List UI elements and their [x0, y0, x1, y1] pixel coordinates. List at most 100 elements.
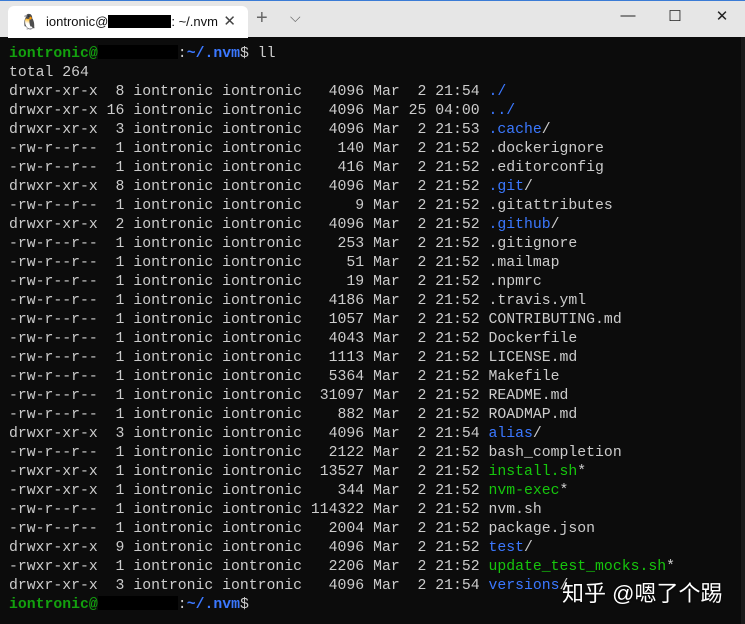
file-name[interactable]: install.sh — [489, 464, 578, 480]
type-suffix: * — [577, 464, 587, 480]
file-meta: -rw-r--r-- 1 iontronic iontronic 2122 Ma… — [9, 445, 489, 461]
list-item: drwxr-xr-x 3 iontronic iontronic 4096 Ma… — [9, 121, 675, 140]
total-line: total 264 — [9, 65, 89, 81]
file-meta: -rw-r--r-- 1 iontronic iontronic 140 Mar… — [9, 141, 489, 157]
file-meta: -rwxr-xr-x 1 iontronic iontronic 2206 Ma… — [9, 559, 489, 575]
prompt-line: iontronic@:~/.nvm$ ll — [9, 45, 675, 64]
prompt-command: ll — [257, 46, 276, 62]
file-meta: -rwxr-xr-x 1 iontronic iontronic 13527 M… — [9, 464, 489, 480]
file-name[interactable]: nvm.sh — [489, 502, 542, 518]
file-meta: -rw-r--r-- 1 iontronic iontronic 2004 Ma… — [9, 521, 489, 537]
redacted-hostname — [97, 596, 178, 610]
list-item: -rwxr-xr-x 1 iontronic iontronic 13527 M… — [9, 463, 675, 482]
file-name[interactable]: .cache — [489, 122, 542, 138]
file-name[interactable]: ROADMAP.md — [489, 407, 578, 423]
list-item: -rw-r--r-- 1 iontronic iontronic 9 Mar 2… — [9, 197, 675, 216]
file-name[interactable]: .gitignore — [489, 236, 578, 252]
prompt-user: iontronic@ — [9, 46, 98, 62]
file-name[interactable]: ./ — [489, 84, 507, 100]
file-meta: drwxr-xr-x 16 iontronic iontronic 4096 M… — [9, 103, 489, 119]
file-meta: drwxr-xr-x 8 iontronic iontronic 4096 Ma… — [9, 179, 489, 195]
prompt-sep: : — [177, 597, 187, 613]
list-item: -rw-r--r-- 1 iontronic iontronic 882 Mar… — [9, 406, 675, 425]
file-name[interactable]: .travis.yml — [489, 293, 587, 309]
file-meta: -rw-r--r-- 1 iontronic iontronic 5364 Ma… — [9, 369, 489, 385]
title-bar: 🐧 iontronic@: ~/.nvm ✕ + ⌵ — ☐ ✕ — [0, 0, 745, 38]
file-meta: -rw-r--r-- 1 iontronic iontronic 416 Mar… — [9, 160, 489, 176]
file-name[interactable]: test — [489, 540, 525, 556]
file-meta: -rw-r--r-- 1 iontronic iontronic 1113 Ma… — [9, 350, 489, 366]
file-name[interactable]: .mailmap — [489, 255, 560, 271]
list-item: -rw-r--r-- 1 iontronic iontronic 416 Mar… — [9, 159, 675, 178]
listing: drwxr-xr-x 8 iontronic iontronic 4096 Ma… — [9, 83, 675, 596]
file-name[interactable]: .github — [489, 217, 551, 233]
list-item: -rw-r--r-- 1 iontronic iontronic 140 Mar… — [9, 140, 675, 159]
terminal-output[interactable]: iontronic@:~/.nvm$ ll total 264 drwxr-xr-x… — [9, 45, 675, 615]
prompt-dollar: $ — [239, 46, 258, 62]
file-meta: -rw-r--r-- 1 iontronic iontronic 4043 Ma… — [9, 331, 489, 347]
file-name[interactable]: LICENSE.md — [489, 350, 578, 366]
linux-penguin-icon: 🐧 — [20, 14, 39, 31]
type-suffix: / — [524, 179, 533, 195]
type-suffix: * — [666, 559, 675, 575]
file-meta: drwxr-xr-x 8 iontronic iontronic 4096 Ma… — [9, 84, 489, 100]
tab-dropdown-button[interactable]: ⌵ — [290, 9, 301, 26]
file-name[interactable]: .git — [489, 179, 525, 195]
list-item: drwxr-xr-x 3 iontronic iontronic 4096 Ma… — [9, 425, 675, 444]
file-name[interactable]: Dockerfile — [489, 331, 578, 347]
tab-title: iontronic@: ~/.nvm — [46, 14, 218, 29]
type-suffix: * — [559, 483, 569, 499]
file-meta: -rw-r--r-- 1 iontronic iontronic 19 Mar … — [9, 274, 489, 290]
watermark: 知乎 @嗯了个踢 — [562, 581, 723, 606]
redacted-hostname — [108, 15, 172, 28]
list-item: -rw-r--r-- 1 iontronic iontronic 4186 Ma… — [9, 292, 675, 311]
file-meta: -rw-r--r-- 1 iontronic iontronic 51 Mar … — [9, 255, 489, 271]
file-name[interactable]: package.json — [489, 521, 596, 537]
list-item: -rw-r--r-- 1 iontronic iontronic 2122 Ma… — [9, 444, 675, 463]
list-item: -rw-r--r-- 1 iontronic iontronic 5364 Ma… — [9, 368, 675, 387]
close-button[interactable]: ✕ — [699, 7, 745, 25]
file-name[interactable]: versions — [489, 578, 560, 594]
file-name[interactable]: CONTRIBUTING.md — [489, 312, 622, 328]
tab-close-icon[interactable]: ✕ — [223, 12, 236, 30]
type-suffix: / — [541, 122, 551, 138]
list-item: -rw-r--r-- 1 iontronic iontronic 19 Mar … — [9, 273, 675, 292]
list-item: drwxr-xr-x 16 iontronic iontronic 4096 M… — [9, 102, 675, 121]
maximize-button[interactable]: ☐ — [652, 7, 698, 25]
list-item: -rw-r--r-- 1 iontronic iontronic 31097 M… — [9, 387, 675, 406]
file-meta: -rw-r--r-- 1 iontronic iontronic 1057 Ma… — [9, 312, 489, 328]
prompt-user: iontronic@ — [9, 597, 98, 613]
file-name[interactable]: alias — [489, 426, 533, 442]
file-name[interactable]: .editorconfig — [489, 160, 604, 176]
file-name[interactable]: .dockerignore — [489, 141, 604, 157]
file-meta: drwxr-xr-x 2 iontronic iontronic 4096 Ma… — [9, 217, 489, 233]
file-meta: drwxr-xr-x 9 iontronic iontronic 4096 Ma… — [9, 540, 489, 556]
type-suffix: / — [532, 426, 542, 442]
list-item: drwxr-xr-x 8 iontronic iontronic 4096 Ma… — [9, 83, 675, 102]
file-name[interactable]: .npmrc — [489, 274, 542, 290]
minimize-button[interactable]: — — [605, 7, 651, 24]
scrollbar[interactable] — [741, 37, 745, 624]
terminal-tab[interactable]: 🐧 iontronic@: ~/.nvm ✕ — [8, 6, 248, 38]
file-meta: -rw-r--r-- 1 iontronic iontronic 882 Mar… — [9, 407, 489, 423]
file-meta: -rw-r--r-- 1 iontronic iontronic 253 Mar… — [9, 236, 489, 252]
file-name[interactable]: Makefile — [489, 369, 560, 385]
file-name[interactable]: README.md — [489, 388, 569, 404]
file-name[interactable]: update_test_mocks.sh — [489, 559, 667, 575]
list-item: -rw-r--r-- 1 iontronic iontronic 4043 Ma… — [9, 330, 675, 349]
file-meta: -rwxr-xr-x 1 iontronic iontronic 344 Mar… — [9, 483, 489, 499]
list-item: -rwxr-xr-x 1 iontronic iontronic 344 Mar… — [9, 482, 675, 501]
file-name[interactable]: ../ — [489, 103, 516, 119]
new-tab-button[interactable]: + — [256, 7, 268, 30]
file-meta: drwxr-xr-x 3 iontronic iontronic 4096 Ma… — [9, 578, 489, 594]
file-meta: drwxr-xr-x 3 iontronic iontronic 4096 Ma… — [9, 426, 489, 442]
list-item: -rw-r--r-- 1 iontronic iontronic 2004 Ma… — [9, 520, 675, 539]
file-meta: -rw-r--r-- 1 iontronic iontronic 4186 Ma… — [9, 293, 489, 309]
file-name[interactable]: .gitattributes — [489, 198, 613, 214]
prompt-dollar: $ — [239, 597, 258, 613]
type-suffix: / — [550, 217, 560, 233]
file-name[interactable]: nvm-exec — [489, 483, 560, 499]
file-name[interactable]: bash_completion — [489, 445, 622, 461]
redacted-hostname — [97, 45, 178, 59]
list-item: -rw-r--r-- 1 iontronic iontronic 253 Mar… — [9, 235, 675, 254]
